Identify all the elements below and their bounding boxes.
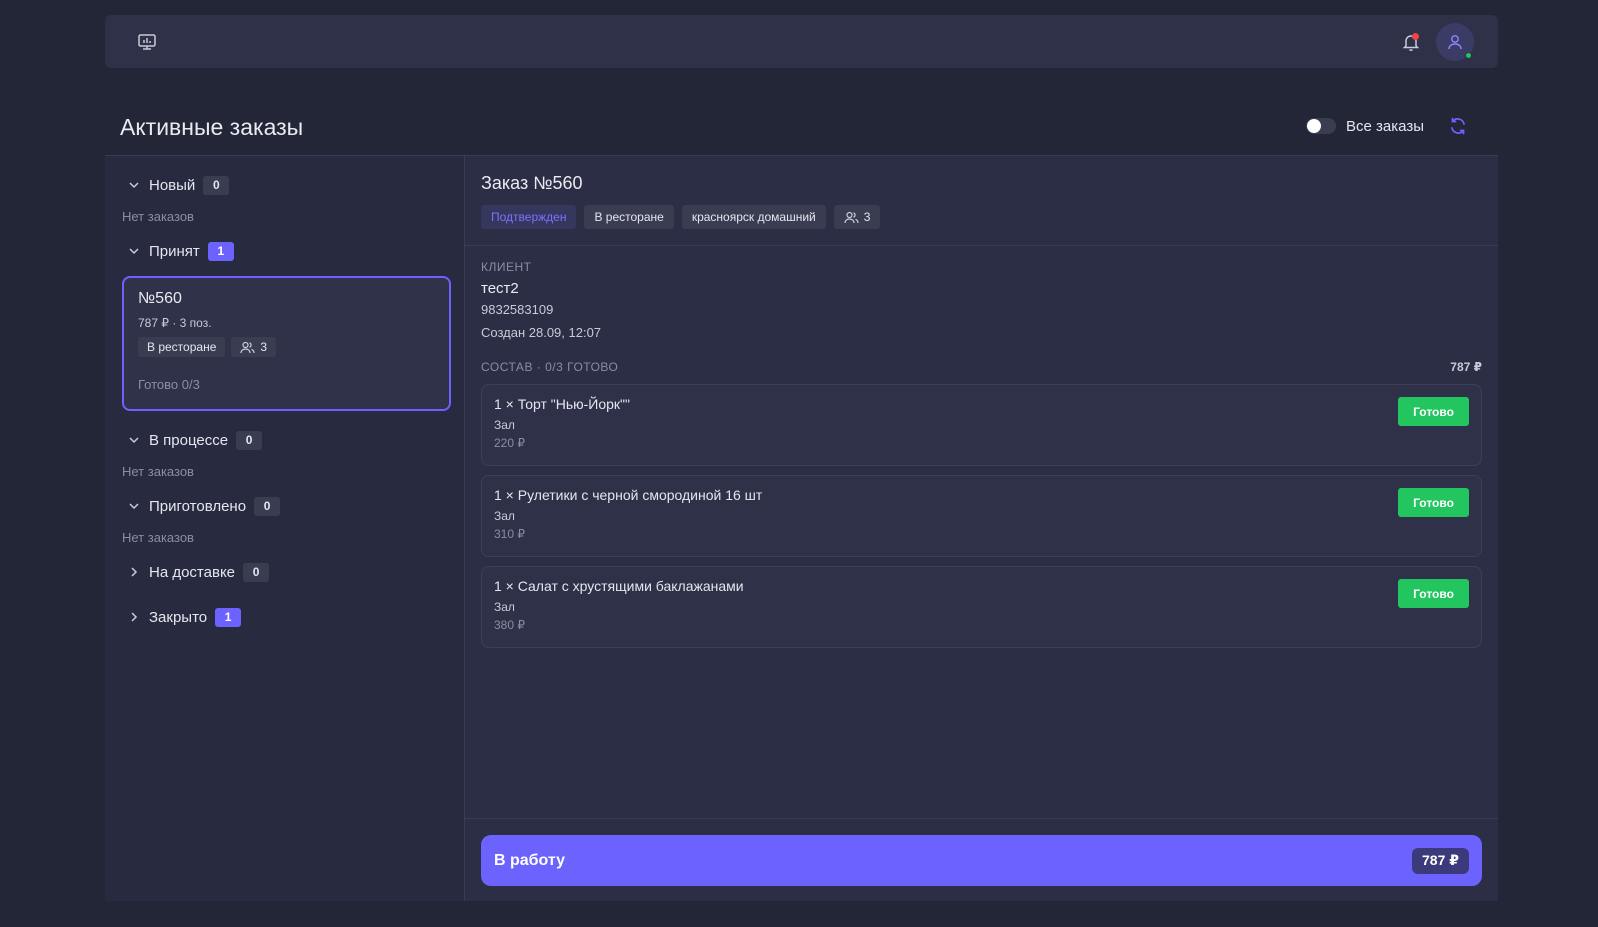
group-new[interactable]: Новый 0 [127,174,447,196]
group-count: 0 [243,562,270,582]
restaurant-chip: красноярск домашний [681,205,826,229]
location-chip: В ресторане [584,205,674,229]
item-name: 1 × Салат с хрустящими баклажанами [494,578,744,594]
item-name: 1 × Торт "Нью-Йорк"" [494,396,631,412]
chevron-right-icon [127,565,141,579]
chevron-down-icon [127,433,141,447]
list-item: 1 × Салат с хрустящими баклажанами Зал 3… [481,566,1482,648]
users-icon [240,341,255,353]
client-name: тест2 [481,280,519,297]
list-item: 1 × Торт "Нью-Йорк"" Зал 220 ₽ Готово [481,384,1482,466]
order-chips: В ресторане 3 [138,337,435,357]
ready-button[interactable]: Готово [1398,579,1469,608]
empty-text: Нет заказов [122,530,194,545]
group-delivery[interactable]: На доставке 0 [127,561,447,583]
refresh-icon[interactable] [1448,116,1468,136]
group-label: Новый [149,176,196,194]
composition-total: 787 ₽ [1450,360,1482,374]
start-work-label: В работу [494,851,566,869]
order-items: 1 × Торт "Нью-Йорк"" Зал 220 ₽ Готово 1 … [465,374,1498,648]
item-place: Зал [494,600,515,614]
guests-chip: 3 [833,205,881,229]
order-footer: В работу 787 ₽ [465,818,1498,901]
guests-count: 3 [260,340,268,354]
item-price: 220 ₽ [494,436,525,450]
group-accepted[interactable]: Принят 1 [127,240,447,262]
group-label: Закрыто [149,608,208,626]
group-count: 0 [254,496,281,516]
order-meta: 787 ₽ · 3 поз. [138,316,212,330]
item-place: Зал [494,509,515,523]
item-price: 310 ₽ [494,527,525,541]
avatar[interactable] [1436,22,1474,61]
item-place: Зал [494,418,515,432]
ready-button[interactable]: Готово [1398,488,1469,517]
item-price: 380 ₽ [494,618,525,632]
toggle-knob [1307,119,1322,133]
monitor-icon[interactable] [137,33,157,51]
all-orders-toggle[interactable] [1306,118,1337,134]
guests-chip: 3 [231,337,277,357]
order-number: №560 [138,290,182,307]
online-indicator [1465,51,1472,59]
group-label: Приготовлено [149,497,247,515]
composition-label: СОСТАВ · 0/3 ГОТОВО [481,360,619,374]
page-title: Активные заказы [120,114,304,140]
group-count: 1 [215,607,242,627]
chevron-down-icon [127,178,141,192]
order-header: Заказ №560 Подтвержден В ресторане красн… [465,156,1498,246]
order-card-560[interactable]: №560 787 ₽ · 3 поз. В ресторане 3 Готово… [122,276,451,411]
users-icon [844,211,859,223]
chevron-right-icon [127,610,141,624]
item-name: 1 × Рулетики с черной смородиной 16 шт [494,487,763,503]
ready-progress: Готово 0/3 [138,377,200,392]
user-icon [1448,34,1462,49]
all-orders-label: Все заказы [1346,117,1424,135]
group-label: На доставке [149,563,236,581]
top-bar [105,15,1498,68]
header-controls: Все заказы [1306,116,1468,136]
client-phone: 9832583109 [481,302,554,317]
order-groups: Новый 0 Нет заказов Принят 1 №560 787 ₽ … [105,156,465,901]
group-closed[interactable]: Закрыто 1 [127,606,447,628]
group-label: Принят [149,242,200,260]
guests-count: 3 [863,210,871,224]
start-work-total: 787 ₽ [1412,847,1469,874]
chevron-down-icon [127,499,141,513]
group-count: 0 [203,175,230,195]
group-cooked[interactable]: Приготовлено 0 [127,495,447,517]
orders-panel: Новый 0 Нет заказов Принят 1 №560 787 ₽ … [105,155,1498,901]
client-label: КЛИЕНТ [481,260,532,274]
group-count: 0 [236,430,263,450]
notification-dot [1412,32,1419,40]
order-title: Заказ №560 [481,173,583,193]
group-label: В процессе [149,431,229,449]
header-actions [1400,22,1474,61]
order-details: Заказ №560 Подтвержден В ресторане красн… [465,156,1498,901]
list-item: 1 × Рулетики с черной смородиной 16 шт З… [481,475,1482,557]
status-badge: Подтвержден [481,205,577,229]
empty-text: Нет заказов [122,209,194,224]
ready-button[interactable]: Готово [1398,397,1469,426]
group-in-progress[interactable]: В процессе 0 [127,429,447,451]
empty-text: Нет заказов [122,464,194,479]
order-tags: Подтвержден В ресторане красноярск домаш… [481,205,1482,229]
created-time: Создан 28.09, 12:07 [481,325,602,340]
chevron-down-icon [127,244,141,258]
client-section: КЛИЕНТ тест2 9832583109 Создан 28.09, 12… [465,246,1498,340]
composition-header: СОСТАВ · 0/3 ГОТОВО 787 ₽ [465,360,1498,374]
start-work-button[interactable]: В работу 787 ₽ [481,835,1482,886]
group-count: 1 [207,241,234,261]
bell-icon[interactable] [1400,31,1422,53]
location-chip: В ресторане [138,337,226,357]
